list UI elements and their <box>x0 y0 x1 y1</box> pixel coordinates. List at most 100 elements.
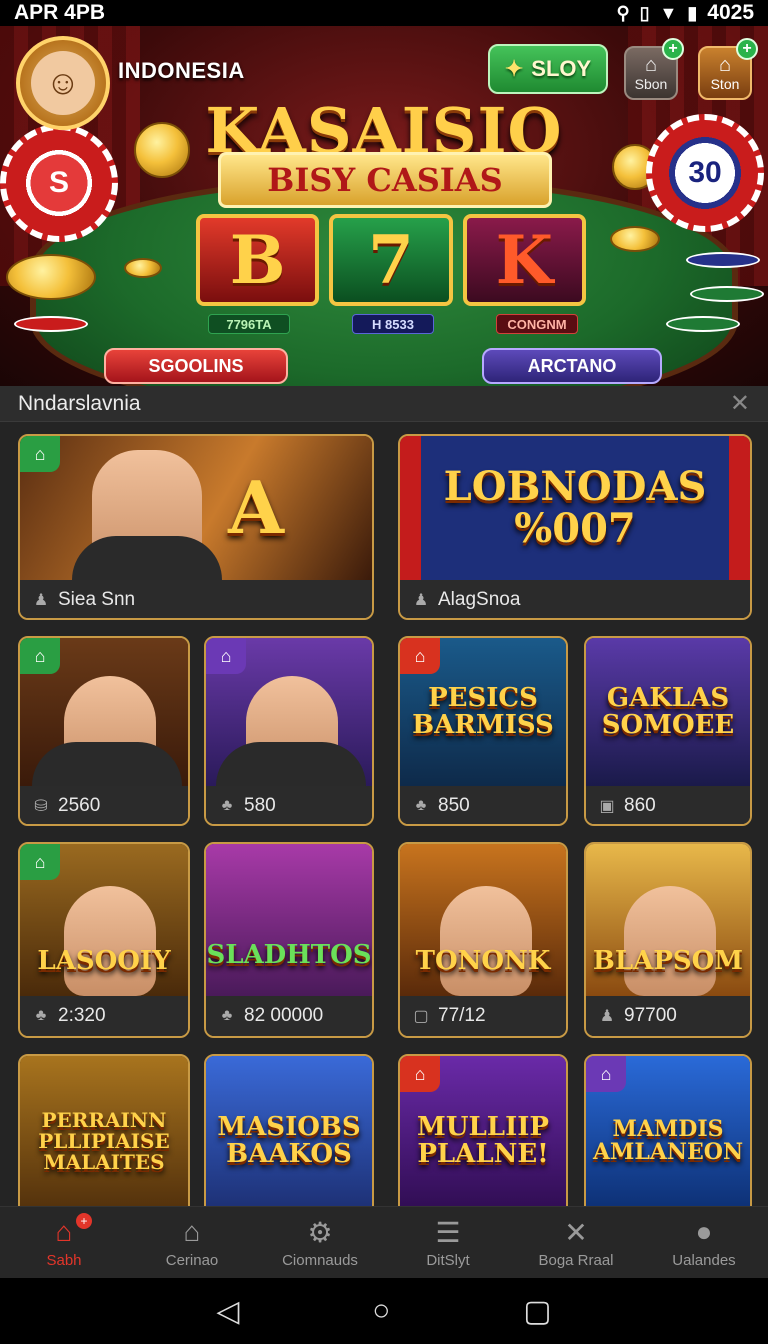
game-card[interactable]: TONONK ▢ 77/12 <box>398 842 568 1038</box>
game-card[interactable]: ⌂ PESICS BARMISS ♣ 850 <box>398 636 568 826</box>
jackpot-2: H 8533 <box>352 314 434 334</box>
game-card-featured[interactable]: LOBNODAS %007 ♟ AlagSnoa <box>398 434 752 620</box>
logo-ribbon: BISY CASIAS <box>218 152 552 208</box>
section-header: Nndarslavnia ✕ <box>0 386 768 422</box>
nav-rewards[interactable]: ✕ Boga Rraal <box>512 1207 640 1278</box>
ticket-icon: ▢ <box>413 1008 429 1025</box>
battery-text: 4025 <box>707 1 754 24</box>
bag-icon: ♣ <box>35 1007 47 1024</box>
close-icon[interactable]: ✕ <box>730 389 750 418</box>
coins-icon: ⛁ <box>34 798 48 815</box>
game-thumbnail: ⌂ <box>20 638 188 786</box>
chip-stack <box>666 316 740 332</box>
card-label: AlagSnoa <box>438 589 521 610</box>
game-title: GAKLAS SOMOEE <box>601 682 735 740</box>
chip-stack <box>686 252 760 268</box>
game-card[interactable]: ⌂ MULLIIP PLALNE! <box>398 1054 568 1206</box>
nav-label: Ualandes <box>672 1252 736 1269</box>
hero-banner[interactable]: S 30 ☺ INDONESIA ✦ SLOY ⌂ Sbon + ⌂ Ston … <box>0 26 768 386</box>
system-nav-bar: ◁ ○ ▢ <box>0 1278 768 1344</box>
store-icon: ⌂ <box>718 54 732 76</box>
dealer-face <box>64 886 156 996</box>
star-icon: ✦ <box>504 56 524 81</box>
game-title: MAMDIS AMLANEON <box>592 1115 744 1165</box>
nav-home[interactable]: ⌂ + Sabh <box>0 1207 128 1278</box>
nav-label: Sabh <box>46 1252 82 1269</box>
recents-icon[interactable]: ▢ <box>523 1294 551 1329</box>
card-footer: ♣ 82 00000 <box>206 996 372 1036</box>
bag-icon: ♣ <box>415 797 427 814</box>
nav-commands[interactable]: ⚙ Ciomnauds <box>256 1207 384 1278</box>
game-thumbnail: ⌂ MULLIIP PLALNE! <box>400 1056 566 1206</box>
game-card[interactable]: ⌂ MAMDIS AMLANEON <box>584 1054 752 1206</box>
game-card[interactable]: BLAPSOM ♟ 97700 <box>584 842 752 1038</box>
game-thumbnail: SLADHTOS <box>206 844 372 996</box>
game-thumbnail: ⌂ PESICS BARMISS <box>400 638 566 786</box>
game-thumbnail: PERRAINN PLLIPIAISE MALAITES <box>20 1056 188 1206</box>
card-footer: ♣ 580 <box>206 786 372 824</box>
hero-left-button[interactable]: SGOOLINS <box>104 348 288 384</box>
game-title: SLADHTOS <box>206 940 372 971</box>
nav-label: Cerinao <box>165 1252 219 1269</box>
bottom-nav: ⌂ + Sabh ⌂ Cerinao ⚙ Ciomnauds ☰ DitSlyt… <box>0 1206 768 1278</box>
nav-profile[interactable]: ● Ualandes <box>640 1207 768 1278</box>
game-card[interactable]: PERRAINN PLLIPIAISE MALAITES <box>18 1054 190 1206</box>
card-value: 97700 <box>624 1005 677 1026</box>
home-circle-icon[interactable]: ○ <box>372 1294 390 1328</box>
card-footer: ▣ 860 <box>586 786 750 824</box>
game-card[interactable]: ⌂ ♣ 580 <box>204 636 374 826</box>
coin-icon <box>6 254 96 300</box>
players-icon: ♟ <box>33 592 49 609</box>
shop-button[interactable]: ⌂ Sbon + <box>624 38 684 100</box>
game-thumbnail: BLAPSOM <box>586 844 750 996</box>
bag-icon: ♣ <box>221 797 233 814</box>
nav-label: Boga Rraal <box>538 1252 614 1269</box>
shop-icon: ⌂ <box>644 54 658 76</box>
card-value: 580 <box>244 795 276 816</box>
card-value: 82 00000 <box>244 1005 324 1026</box>
game-thumbnail: ⌂ LASOOIY <box>20 844 188 996</box>
card-value: 850 <box>438 795 470 816</box>
game-title: LOBNODAS %007 <box>443 463 707 552</box>
home-icon: ⌂ <box>55 1216 73 1247</box>
swords-icon: ✕ <box>564 1216 588 1248</box>
game-title: MULLIIP PLALNE! <box>417 1111 549 1169</box>
card-value: 860 <box>624 795 656 816</box>
dealer-face <box>624 886 716 996</box>
card-value: 2560 <box>58 795 101 816</box>
game-thumbnail: ⌂ A <box>20 436 372 580</box>
hero-right-button[interactable]: ARCTANO <box>482 348 662 384</box>
card-footer: ♟ 97700 <box>586 996 750 1036</box>
nav-casino[interactable]: ⌂ Cerinao <box>128 1207 256 1278</box>
wifi-icon: ▼ <box>659 2 678 23</box>
status-time: APR 4PB <box>14 1 106 24</box>
game-card[interactable]: MASIOBS BAAKOS <box>204 1054 374 1206</box>
store-button[interactable]: ⌂ Ston + <box>698 38 758 100</box>
game-thumbnail: GAKLAS SOMOEE <box>586 638 750 786</box>
game-thumbnail: TONONK <box>400 844 566 996</box>
card-footer: ▢ 77/12 <box>400 996 566 1036</box>
game-card[interactable]: ⌂ ⛁ 2560 <box>18 636 190 826</box>
jackpot-3: CONGNM <box>496 314 578 334</box>
game-card[interactable]: SLADHTOS ♣ 82 00000 <box>204 842 374 1038</box>
section-title: Nndarslavnia <box>18 391 141 415</box>
dealer-face <box>440 886 532 996</box>
game-card[interactable]: GAKLAS SOMOEE ▣ 860 <box>584 636 752 826</box>
game-card[interactable]: ⌂ LASOOIY ♣ 2:320 <box>18 842 190 1038</box>
status-bar: APR 4PB ⚲ ▯ ▼ ▮ 4025 <box>0 0 768 26</box>
sloy-button[interactable]: ✦ SLOY <box>488 44 608 94</box>
games-section: Nndarslavnia ✕ ⌂ A ♟ Siea Snn LOBNODAS %… <box>0 386 768 1206</box>
players-icon: ♟ <box>413 592 429 609</box>
home-icon: ⌂ <box>206 638 246 674</box>
nav-list[interactable]: ☰ DitSlyt <box>384 1207 512 1278</box>
chip-stack <box>14 316 88 332</box>
game-thumbnail: ⌂ <box>206 638 372 786</box>
user-icon: ● <box>695 1216 713 1247</box>
status-icons: ⚲ ▯ ▼ ▮ 4025 <box>616 1 754 25</box>
home-icon: ⌂ <box>400 1056 440 1092</box>
slot-reels: B 7 K <box>196 214 586 306</box>
game-card-featured[interactable]: ⌂ A ♟ Siea Snn <box>18 434 374 620</box>
dealer-suit <box>216 742 366 786</box>
card-footer: ♣ 2:320 <box>20 996 188 1036</box>
back-icon[interactable]: ◁ <box>216 1294 239 1329</box>
